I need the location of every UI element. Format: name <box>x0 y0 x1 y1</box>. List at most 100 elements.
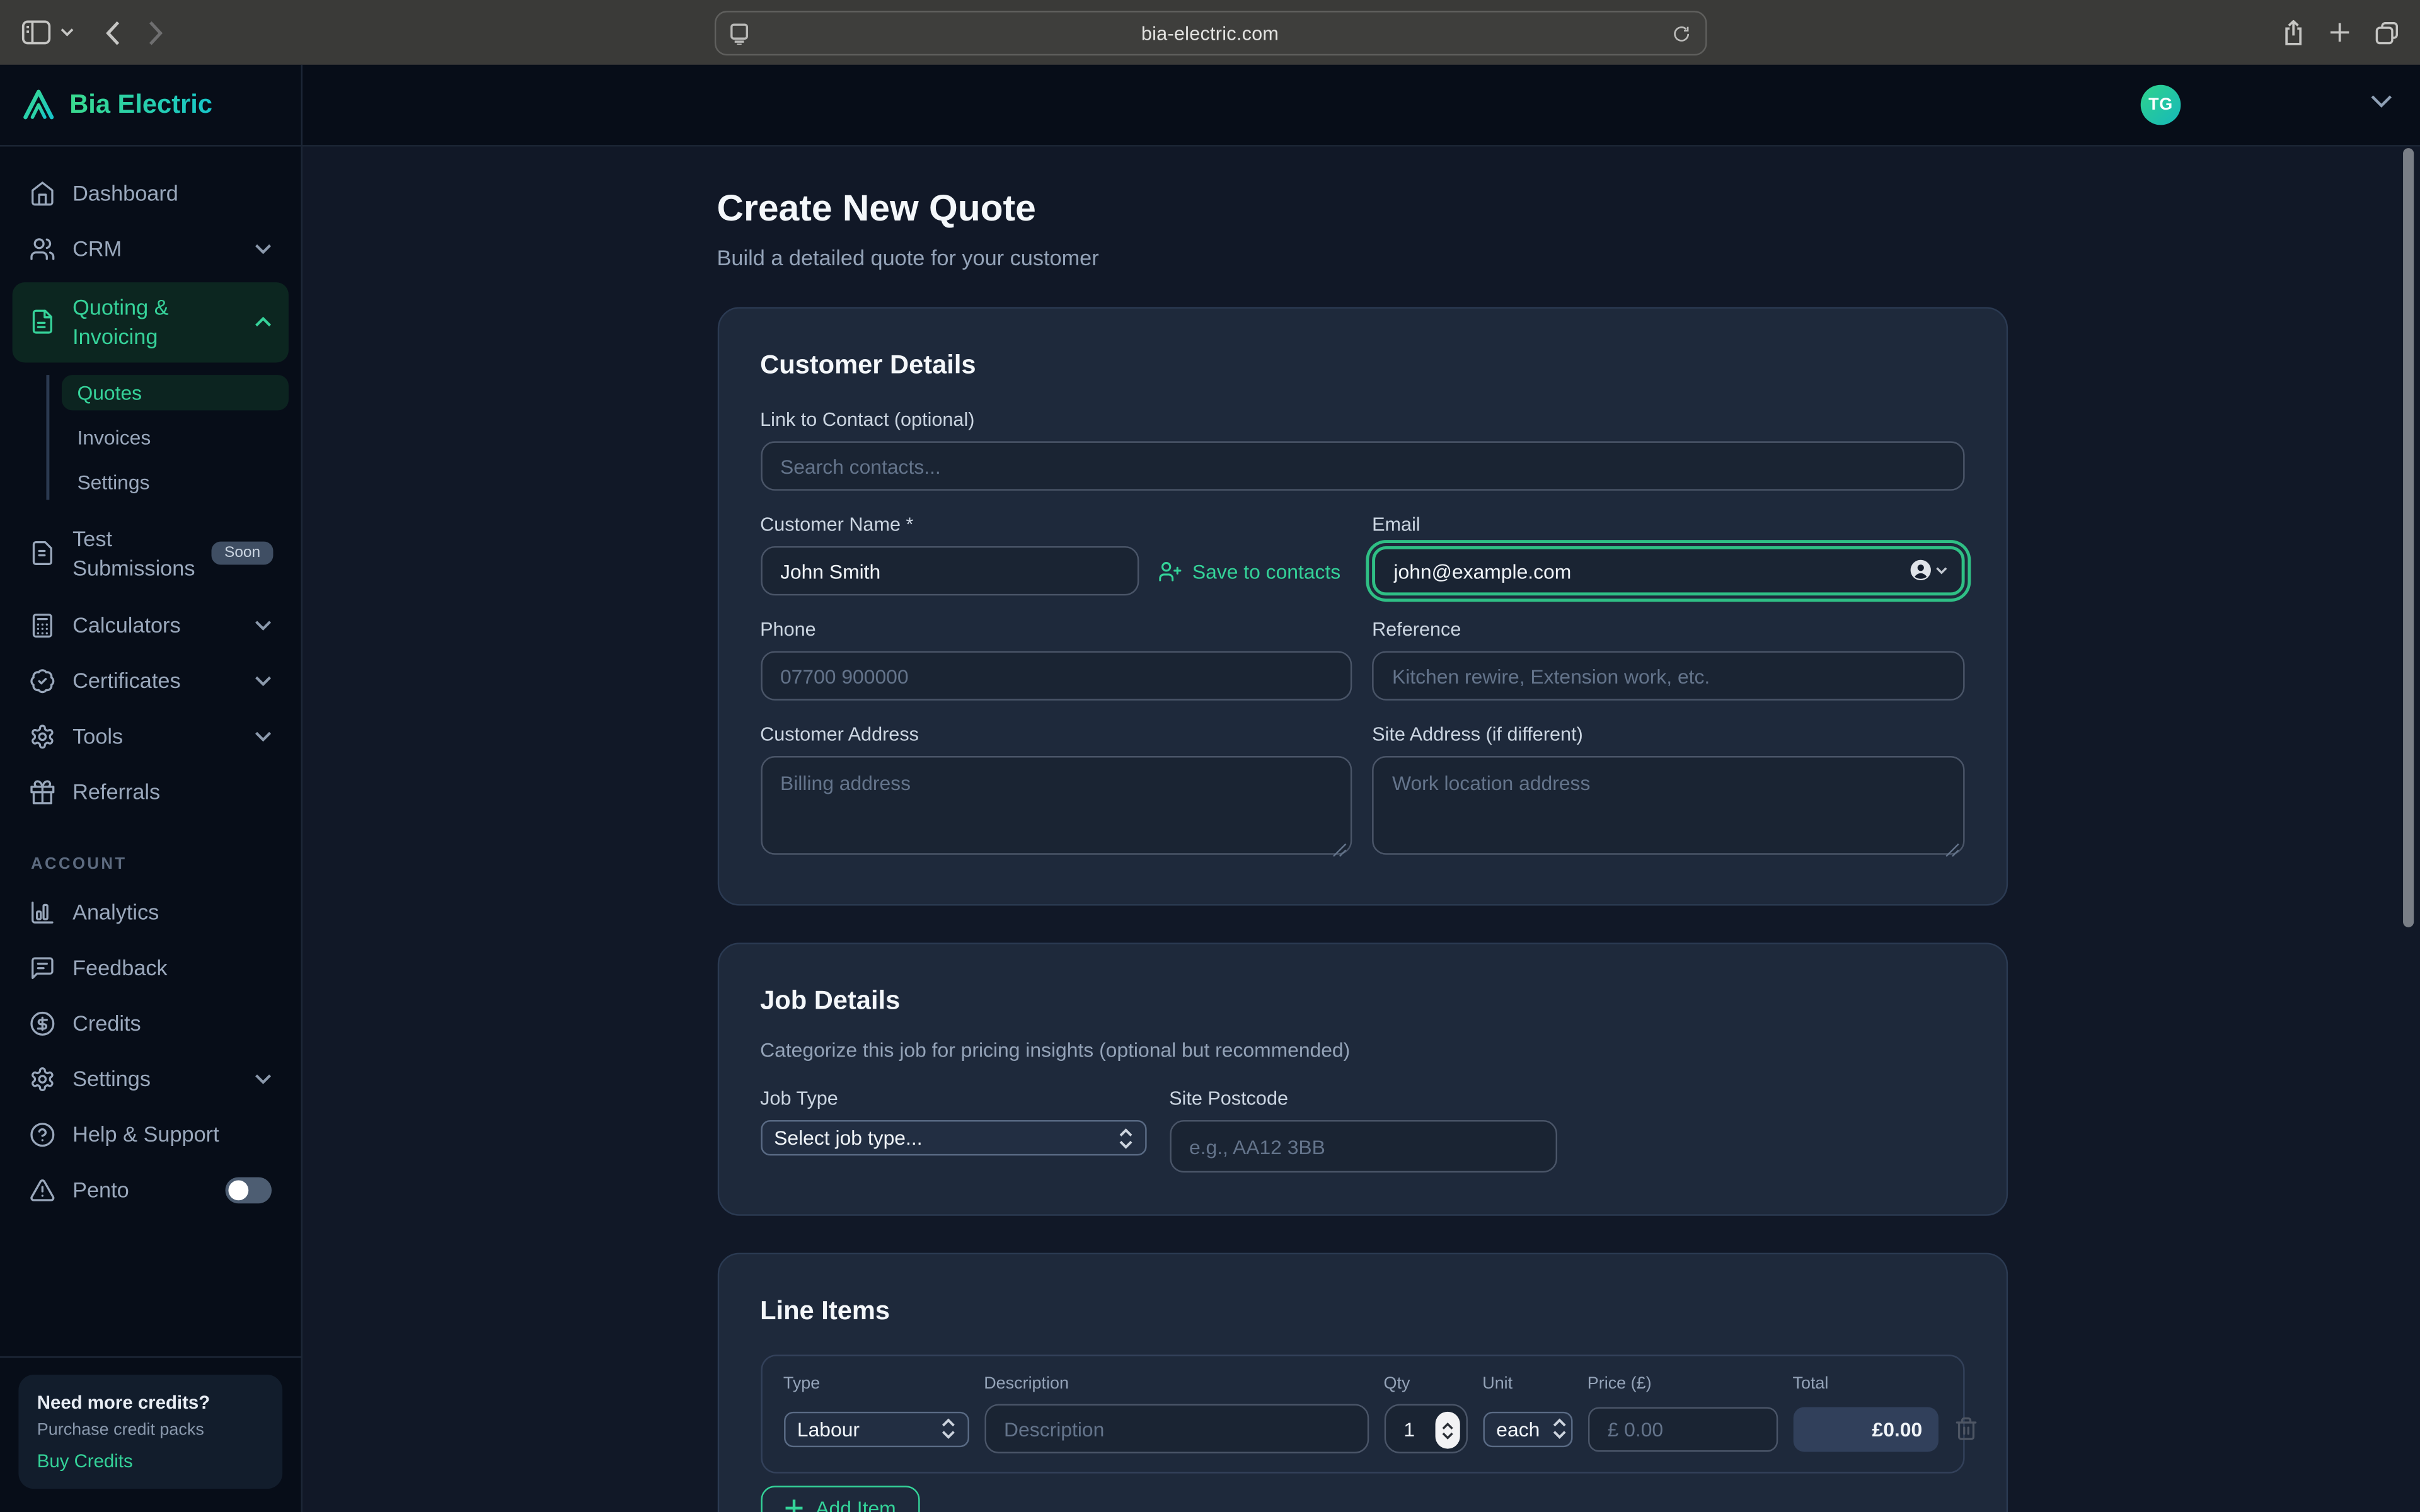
message-square-icon <box>30 955 56 982</box>
sidebar-item-quoting-invoicing[interactable]: Quoting & Invoicing <box>13 282 289 362</box>
page-title: Create New Quote <box>717 188 2007 232</box>
phone-label: Phone <box>760 619 1352 640</box>
pento-toggle[interactable] <box>226 1177 272 1204</box>
sidebar-item-label: Calculators <box>72 611 181 640</box>
url-bar[interactable]: bia-electric.com <box>715 11 1707 55</box>
site-postcode-label: Site Postcode <box>1169 1088 1557 1109</box>
item-qty-input[interactable]: 1 <box>1384 1404 1467 1453</box>
account-menu-chevron-icon[interactable] <box>2371 94 2392 108</box>
page-subtitle: Build a detailed quote for your customer <box>717 245 2007 270</box>
line-item-row: Type Description Qty Unit Price (£) Tota… <box>760 1354 1964 1474</box>
customer-address-textarea[interactable] <box>760 756 1352 855</box>
sidebar-item-label: Feedback <box>72 954 168 983</box>
sidebar-item-feedback[interactable]: Feedback <box>13 947 289 990</box>
col-type: Type <box>783 1375 969 1393</box>
brand-name: Bia Electric <box>69 89 212 120</box>
brand[interactable]: Bia Electric <box>0 65 302 145</box>
save-to-contacts-link[interactable]: Save to contacts <box>1158 559 1340 583</box>
alert-triangle-icon <box>30 1177 56 1204</box>
site-postcode-input[interactable] <box>1169 1120 1557 1172</box>
sidebar-item-pento[interactable]: Pento <box>13 1169 289 1212</box>
sidebar-item-label: Dashboard <box>72 178 178 207</box>
credits-subtitle: Purchase credit packs <box>37 1421 264 1440</box>
quoting-subnav: Quotes Invoices Settings <box>46 375 288 500</box>
new-tab-icon[interactable] <box>2329 21 2351 43</box>
sidebar-item-label: CRM <box>72 234 122 263</box>
sidebar-toggle-icon[interactable] <box>21 20 51 45</box>
search-contacts-input[interactable] <box>760 441 1964 490</box>
sidebar-item-label: Analytics <box>72 898 159 927</box>
home-icon <box>30 180 56 206</box>
sidebar-item-credits[interactable]: Credits <box>13 1002 289 1046</box>
credits-title: Need more credits? <box>37 1392 264 1413</box>
job-type-value: Select job type... <box>774 1126 922 1150</box>
chevron-down-icon <box>255 243 272 254</box>
item-type-value: Labour <box>797 1417 860 1440</box>
sidebar-subitem-invoices[interactable]: Invoices <box>62 420 289 455</box>
phone-input[interactable] <box>760 651 1352 700</box>
sidebar-item-tools[interactable]: Tools <box>13 715 289 759</box>
sidebar-item-test-submissions[interactable]: Test Submissions Soon <box>13 515 289 592</box>
add-item-label: Add Item <box>815 1497 896 1512</box>
resize-handle[interactable] <box>1332 842 1347 857</box>
toolbar-chevron-down-icon[interactable] <box>60 28 74 37</box>
sidebar-item-label: Test Submissions <box>72 524 195 583</box>
gear-icon <box>30 724 56 750</box>
item-type-select[interactable]: Labour <box>783 1411 969 1446</box>
app-header: Bia Electric TG <box>0 65 2420 147</box>
page-settings-icon[interactable] <box>730 23 748 44</box>
user-plus-icon <box>1158 559 1182 583</box>
main-content: Create New Quote Build a detailed quote … <box>304 147 2420 1512</box>
sidebar-item-label: Settings <box>72 1065 151 1094</box>
sidebar-item-crm[interactable]: CRM <box>13 227 289 270</box>
buy-credits-link[interactable]: Buy Credits <box>37 1450 264 1472</box>
customer-name-input[interactable] <box>760 546 1138 595</box>
qty-spinner[interactable] <box>1434 1412 1459 1449</box>
sidebar-subitem-settings[interactable]: Settings <box>62 464 289 500</box>
sidebar-item-referrals[interactable]: Referrals <box>13 770 289 814</box>
sidebar-item-label: Referrals <box>72 778 160 807</box>
item-price-input[interactable] <box>1587 1406 1777 1451</box>
sidebar-item-calculators[interactable]: Calculators <box>13 604 289 648</box>
item-description-input[interactable] <box>984 1404 1368 1453</box>
sidebar-item-analytics[interactable]: Analytics <box>13 891 289 934</box>
sidebar-item-label: Credits <box>72 1009 141 1038</box>
sidebar-item-help-support[interactable]: Help & Support <box>13 1113 289 1157</box>
bar-chart-icon <box>30 900 56 926</box>
back-button-icon[interactable] <box>105 20 120 46</box>
job-type-select[interactable]: Select job type... <box>760 1120 1146 1155</box>
save-to-contacts-label: Save to contacts <box>1192 559 1340 583</box>
forward-button-icon[interactable] <box>148 20 163 46</box>
link-contact-label: Link to Contact (optional) <box>760 409 1964 430</box>
sidebar-subitem-quotes[interactable]: Quotes <box>62 375 289 410</box>
dollar-circle-icon <box>30 1011 56 1037</box>
sidebar-item-dashboard[interactable]: Dashboard <box>13 171 289 215</box>
email-input[interactable] <box>1372 546 1964 595</box>
col-description: Description <box>984 1375 1368 1393</box>
delete-item-icon[interactable] <box>1953 1416 1978 1441</box>
email-label: Email <box>1372 514 1964 536</box>
scrollbar-thumb[interactable] <box>2403 148 2414 927</box>
item-unit-select[interactable]: each <box>1482 1411 1572 1446</box>
item-unit-value: each <box>1496 1417 1540 1440</box>
tab-overview-icon[interactable] <box>2375 21 2399 44</box>
autofill-contact-icon[interactable] <box>1908 559 1947 582</box>
account-section-label: ACCOUNT <box>31 854 270 873</box>
avatar[interactable]: TG <box>2141 85 2181 125</box>
col-total: Total <box>1792 1375 1937 1393</box>
col-unit: Unit <box>1482 1375 1572 1393</box>
sidebar: Dashboard CRM Quoting & Invoicing Quotes <box>0 147 302 1512</box>
site-address-textarea[interactable] <box>1372 756 1964 855</box>
reload-icon[interactable] <box>1671 23 1691 44</box>
sidebar-item-certificates[interactable]: Certificates <box>13 660 289 703</box>
reference-input[interactable] <box>1372 651 1964 700</box>
job-details-heading: Job Details <box>760 986 1964 1017</box>
line-items-card: Line Items Type Description Qty Unit Pri… <box>717 1253 2007 1512</box>
sidebar-item-settings[interactable]: Settings <box>13 1058 289 1101</box>
credits-upsell-card: Need more credits? Purchase credit packs… <box>18 1375 282 1489</box>
resize-handle[interactable] <box>1944 842 1959 857</box>
chevron-down-icon <box>1935 566 1947 575</box>
browser-toolbar: bia-electric.com <box>0 0 2420 65</box>
share-icon[interactable] <box>2283 20 2304 46</box>
add-item-button[interactable]: Add Item <box>760 1486 919 1512</box>
